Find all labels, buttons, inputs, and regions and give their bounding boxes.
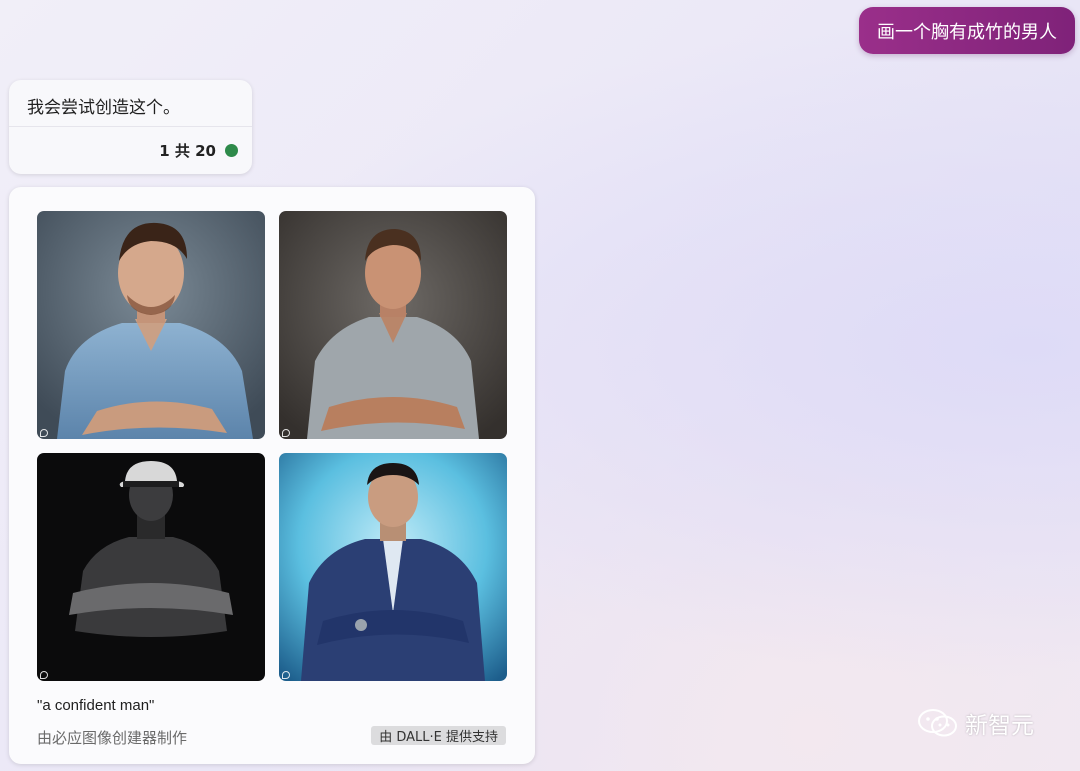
- generated-image-2[interactable]: [279, 211, 507, 439]
- image-creator-attribution: 由必应图像创建器制作: [37, 729, 188, 747]
- bing-badge-icon: [282, 671, 290, 679]
- reply-footer: 1 共 20: [9, 127, 252, 174]
- portrait-4-icon: [279, 453, 507, 681]
- dalle-powered-badge: 由 DALL·E 提供支持: [371, 726, 506, 745]
- image-creator-card: "a confident man" 由必应图像创建器制作 由 DALL·E 提供…: [9, 187, 535, 764]
- bing-badge-icon: [40, 671, 48, 679]
- watermark: 新智元: [917, 706, 1034, 740]
- status-dot-icon: [225, 144, 238, 157]
- bot-reply-text: 我会尝试创造这个。: [9, 80, 252, 127]
- portrait-2-icon: [279, 211, 507, 439]
- portrait-3-icon: [37, 453, 265, 681]
- bot-reply-card: 我会尝试创造这个。 1 共 20: [9, 80, 252, 174]
- watermark-text: 新智元: [965, 713, 1034, 739]
- generated-image-4[interactable]: [279, 453, 507, 681]
- user-message-bubble: 画一个胸有成竹的男人: [859, 7, 1075, 54]
- user-message-text: 画一个胸有成竹的男人: [877, 21, 1057, 43]
- portrait-1-icon: [37, 211, 265, 439]
- image-prompt: "a confident man": [37, 697, 155, 714]
- generated-image-3[interactable]: [37, 453, 265, 681]
- bing-badge-icon: [40, 429, 48, 437]
- wechat-icon: [918, 709, 957, 737]
- bing-badge-icon: [282, 429, 290, 437]
- generated-image-1[interactable]: [37, 211, 265, 439]
- response-counter: 1 共 20: [159, 142, 216, 160]
